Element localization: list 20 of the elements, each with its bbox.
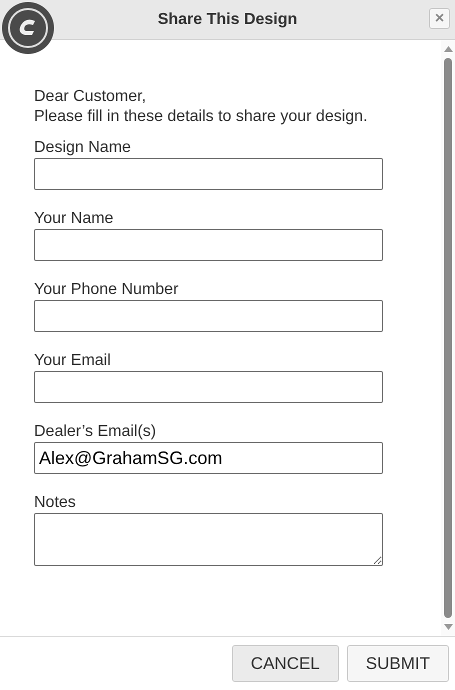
- scroll-up-icon[interactable]: [444, 46, 452, 52]
- input-field[interactable]: [34, 300, 383, 332]
- dialog-button[interactable]: SUBMIT: [346, 645, 449, 682]
- input-field[interactable]: [34, 229, 383, 261]
- input-field[interactable]: [34, 158, 383, 190]
- field-label: Dealer’s Email(s): [34, 422, 158, 442]
- dialog-button[interactable]: CANCEL: [232, 645, 339, 682]
- scrollbar-thumb[interactable]: [444, 58, 452, 618]
- field-label: Your Email: [34, 351, 112, 371]
- intro-text: Please fill in these details to share your design.: [34, 107, 369, 127]
- field-label: Your Phone Number: [34, 280, 180, 300]
- intro-text: Dear Customer,: [34, 87, 148, 107]
- dialog-title: Share This Design: [158, 10, 298, 28]
- input-field[interactable]: Alex@GrahamSG.com: [34, 442, 383, 474]
- field-label: Notes: [34, 493, 77, 513]
- notes-field[interactable]: [34, 513, 383, 566]
- scroll-down-icon[interactable]: [444, 624, 452, 630]
- input-field[interactable]: [34, 371, 383, 403]
- field-label: Design Name: [34, 138, 132, 158]
- field-label: Your Name: [34, 209, 114, 229]
